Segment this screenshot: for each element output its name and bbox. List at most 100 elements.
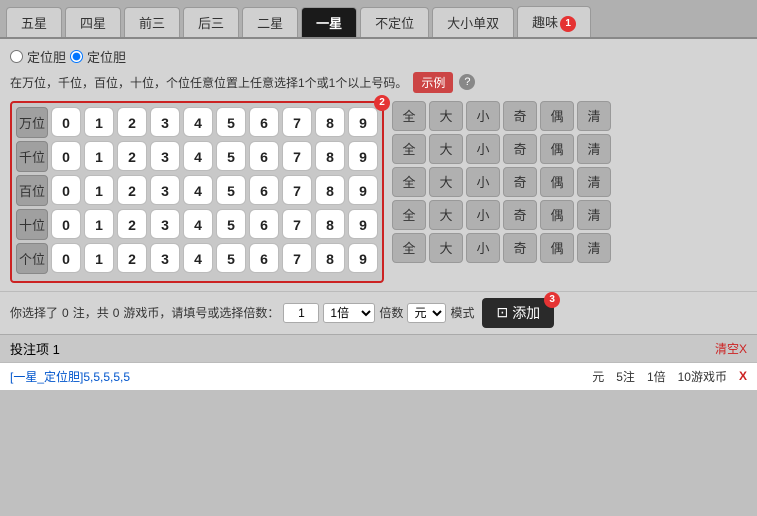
quick-btn-r2-5[interactable]: 清 xyxy=(577,167,611,197)
num-btn-r0-n0[interactable]: 0 xyxy=(51,107,81,137)
quick-btn-r3-2[interactable]: 小 xyxy=(466,200,500,230)
num-btn-r1-n2[interactable]: 2 xyxy=(117,141,147,171)
row-label-0[interactable]: 万位 xyxy=(16,107,48,138)
tab-housan[interactable]: 后三 xyxy=(183,7,239,37)
num-btn-r3-n4[interactable]: 4 xyxy=(183,209,213,239)
num-btn-r3-n2[interactable]: 2 xyxy=(117,209,147,239)
num-btn-r4-n9[interactable]: 9 xyxy=(348,243,378,273)
quick-btn-r1-0[interactable]: 全 xyxy=(392,134,426,164)
num-btn-r1-n0[interactable]: 0 xyxy=(51,141,81,171)
num-btn-r1-n9[interactable]: 9 xyxy=(348,141,378,171)
quick-btn-r3-5[interactable]: 清 xyxy=(577,200,611,230)
num-btn-r4-n3[interactable]: 3 xyxy=(150,243,180,273)
quick-btn-r2-2[interactable]: 小 xyxy=(466,167,500,197)
num-btn-r2-n1[interactable]: 1 xyxy=(84,175,114,205)
quick-btn-r3-4[interactable]: 偶 xyxy=(540,200,574,230)
quick-btn-r0-3[interactable]: 奇 xyxy=(503,101,537,131)
num-btn-r4-n1[interactable]: 1 xyxy=(84,243,114,273)
num-btn-r2-n6[interactable]: 6 xyxy=(249,175,279,205)
row-label-4[interactable]: 个位 xyxy=(16,243,48,274)
num-btn-r1-n6[interactable]: 6 xyxy=(249,141,279,171)
num-btn-r1-n1[interactable]: 1 xyxy=(84,141,114,171)
quick-btn-r4-2[interactable]: 小 xyxy=(466,233,500,263)
num-btn-r1-n3[interactable]: 3 xyxy=(150,141,180,171)
quick-btn-r2-4[interactable]: 偶 xyxy=(540,167,574,197)
quick-btn-r4-1[interactable]: 大 xyxy=(429,233,463,263)
quick-btn-r1-5[interactable]: 清 xyxy=(577,134,611,164)
tab-sixing[interactable]: 四星 xyxy=(65,7,121,37)
example-button[interactable]: 示例 xyxy=(413,72,453,93)
num-btn-r3-n7[interactable]: 7 xyxy=(282,209,312,239)
num-btn-r0-n9[interactable]: 9 xyxy=(348,107,378,137)
num-btn-r4-n0[interactable]: 0 xyxy=(51,243,81,273)
row-label-3[interactable]: 十位 xyxy=(16,209,48,240)
num-btn-r1-n5[interactable]: 5 xyxy=(216,141,246,171)
tab-yixing[interactable]: 一星 xyxy=(301,7,357,37)
num-btn-r3-n8[interactable]: 8 xyxy=(315,209,345,239)
tab-daxiaodanshuang[interactable]: 大小单双 xyxy=(432,7,514,37)
num-btn-r2-n7[interactable]: 7 xyxy=(282,175,312,205)
row-label-1[interactable]: 千位 xyxy=(16,141,48,172)
quick-btn-r3-0[interactable]: 全 xyxy=(392,200,426,230)
num-btn-r0-n4[interactable]: 4 xyxy=(183,107,213,137)
quick-btn-r1-2[interactable]: 小 xyxy=(466,134,500,164)
num-btn-r4-n6[interactable]: 6 xyxy=(249,243,279,273)
num-btn-r4-n2[interactable]: 2 xyxy=(117,243,147,273)
num-btn-r2-n3[interactable]: 3 xyxy=(150,175,180,205)
clear-button[interactable]: 清空X xyxy=(715,340,747,357)
radio-dingweidan-2[interactable] xyxy=(70,50,83,63)
num-btn-r3-n9[interactable]: 9 xyxy=(348,209,378,239)
quick-btn-r2-1[interactable]: 大 xyxy=(429,167,463,197)
num-btn-r3-n3[interactable]: 3 xyxy=(150,209,180,239)
num-btn-r1-n4[interactable]: 4 xyxy=(183,141,213,171)
num-btn-r3-n6[interactable]: 6 xyxy=(249,209,279,239)
row-label-2[interactable]: 百位 xyxy=(16,175,48,206)
tab-budingwei[interactable]: 不定位 xyxy=(360,7,429,37)
radio-label-2[interactable]: 定位胆 xyxy=(87,47,126,66)
quick-btn-r1-4[interactable]: 偶 xyxy=(540,134,574,164)
num-btn-r0-n2[interactable]: 2 xyxy=(117,107,147,137)
num-btn-r2-n0[interactable]: 0 xyxy=(51,175,81,205)
num-btn-r2-n9[interactable]: 9 xyxy=(348,175,378,205)
num-btn-r2-n8[interactable]: 8 xyxy=(315,175,345,205)
num-btn-r3-n5[interactable]: 5 xyxy=(216,209,246,239)
quick-btn-r0-4[interactable]: 偶 xyxy=(540,101,574,131)
quick-btn-r4-0[interactable]: 全 xyxy=(392,233,426,263)
num-btn-r2-n4[interactable]: 4 xyxy=(183,175,213,205)
num-btn-r2-n5[interactable]: 5 xyxy=(216,175,246,205)
quick-btn-r4-3[interactable]: 奇 xyxy=(503,233,537,263)
quick-btn-r1-1[interactable]: 大 xyxy=(429,134,463,164)
num-btn-r0-n5[interactable]: 5 xyxy=(216,107,246,137)
num-btn-r4-n7[interactable]: 7 xyxy=(282,243,312,273)
quick-btn-r0-1[interactable]: 大 xyxy=(429,101,463,131)
tab-qiansan[interactable]: 前三 xyxy=(124,7,180,37)
num-btn-r4-n4[interactable]: 4 xyxy=(183,243,213,273)
quick-btn-r2-0[interactable]: 全 xyxy=(392,167,426,197)
num-btn-r2-n2[interactable]: 2 xyxy=(117,175,147,205)
num-btn-r0-n3[interactable]: 3 xyxy=(150,107,180,137)
num-btn-r1-n7[interactable]: 7 xyxy=(282,141,312,171)
radio-dingweidan-1[interactable] xyxy=(10,50,23,63)
tab-erxing[interactable]: 二星 xyxy=(242,7,298,37)
quick-btn-r0-2[interactable]: 小 xyxy=(466,101,500,131)
quick-btn-r4-4[interactable]: 偶 xyxy=(540,233,574,263)
multiplier-select[interactable]: 1倍 2倍 5倍 10倍 xyxy=(323,303,375,323)
quick-btn-r0-0[interactable]: 全 xyxy=(392,101,426,131)
quick-btn-r3-3[interactable]: 奇 xyxy=(503,200,537,230)
unit-select[interactable]: 元 角 分 xyxy=(407,303,446,323)
num-btn-r3-n1[interactable]: 1 xyxy=(84,209,114,239)
quick-btn-r4-5[interactable]: 清 xyxy=(577,233,611,263)
num-btn-r1-n8[interactable]: 8 xyxy=(315,141,345,171)
num-btn-r3-n0[interactable]: 0 xyxy=(51,209,81,239)
num-btn-r4-n5[interactable]: 5 xyxy=(216,243,246,273)
num-btn-r0-n7[interactable]: 7 xyxy=(282,107,312,137)
num-btn-r0-n6[interactable]: 6 xyxy=(249,107,279,137)
num-btn-r0-n8[interactable]: 8 xyxy=(315,107,345,137)
quick-btn-r1-3[interactable]: 奇 xyxy=(503,134,537,164)
quick-btn-r0-5[interactable]: 清 xyxy=(577,101,611,131)
bet-close[interactable]: X xyxy=(739,369,747,383)
quick-btn-r2-3[interactable]: 奇 xyxy=(503,167,537,197)
multiplier-input[interactable] xyxy=(283,303,319,323)
num-btn-r4-n8[interactable]: 8 xyxy=(315,243,345,273)
tab-quwei[interactable]: 趣味1 xyxy=(517,6,591,37)
